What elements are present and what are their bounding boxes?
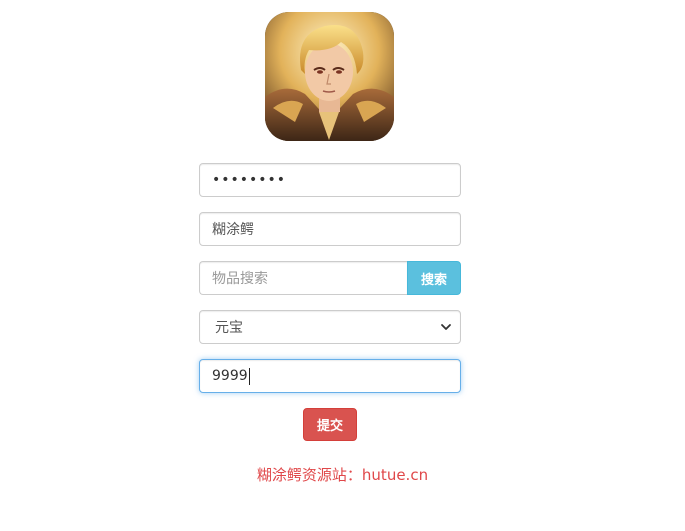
submit-button[interactable]: 提交 — [303, 408, 357, 441]
currency-select-value: 元宝 — [215, 320, 243, 336]
quantity-value: 9999 — [212, 368, 248, 384]
footer-text: 糊涂鳄资源站：hutue.cn — [256, 466, 429, 484]
item-search-placeholder: 物品搜索 — [212, 271, 268, 287]
avatar — [265, 12, 394, 141]
quantity-input[interactable]: 9999 — [199, 359, 461, 393]
text-cursor — [248, 367, 250, 385]
password-value: •••••••• — [212, 172, 287, 188]
avatar-image — [265, 12, 394, 141]
password-field[interactable]: •••••••• — [199, 163, 461, 197]
search-button[interactable]: 搜索 — [407, 261, 461, 295]
currency-select[interactable]: 元宝 — [199, 310, 461, 344]
name-field[interactable]: 糊涂鳄 — [199, 212, 461, 246]
page: •••••••• 糊涂鳄 物品搜索 搜索 元宝 9999 提交 糊涂鳄资源站：h… — [0, 0, 685, 531]
name-value: 糊涂鳄 — [212, 222, 254, 238]
chevron-down-icon — [441, 324, 451, 330]
item-search-input[interactable]: 物品搜索 — [199, 261, 407, 295]
item-search-group: 物品搜索 搜索 — [199, 261, 461, 295]
